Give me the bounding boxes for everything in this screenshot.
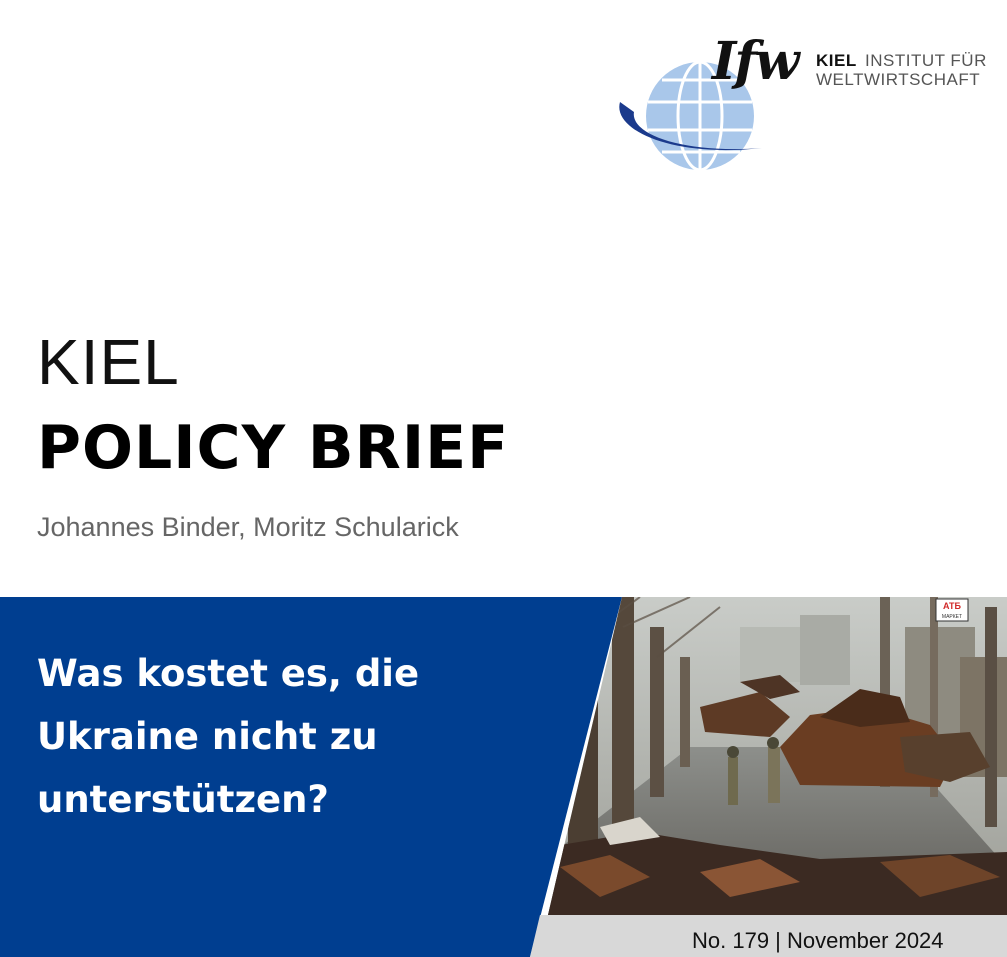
logo-name-bold: KIEL (816, 51, 857, 70)
logo-name-rest: INSTITUT FÜR (865, 51, 987, 70)
brief-title: Was kostet es, die Ukraine nicht zu unte… (37, 652, 420, 821)
issue-number: No. 179 | November 2024 (692, 928, 944, 953)
cover-band: АТБ МАРКЕТ Was kostet es, die Ukraine ni… (0, 597, 1007, 957)
shop-sign-text: АТБ (943, 601, 962, 611)
logo-name-line2: WELTWIRTSCHAFT (816, 70, 981, 89)
shop-sign-subtext: МАРКЕТ (942, 614, 962, 620)
series-kiel: KIEL (37, 326, 180, 398)
authors: Johannes Binder, Moritz Schularick (37, 512, 459, 542)
series-policy-brief: POLICY BRIEF (37, 413, 510, 483)
logo-wordmark: Ifw (712, 31, 799, 92)
war-photo: АТБ МАРКЕТ (548, 597, 1007, 915)
ifw-logo: Ifw KIEL INSTITUT FÜR WELTWIRTSCHAFT (612, 30, 992, 178)
